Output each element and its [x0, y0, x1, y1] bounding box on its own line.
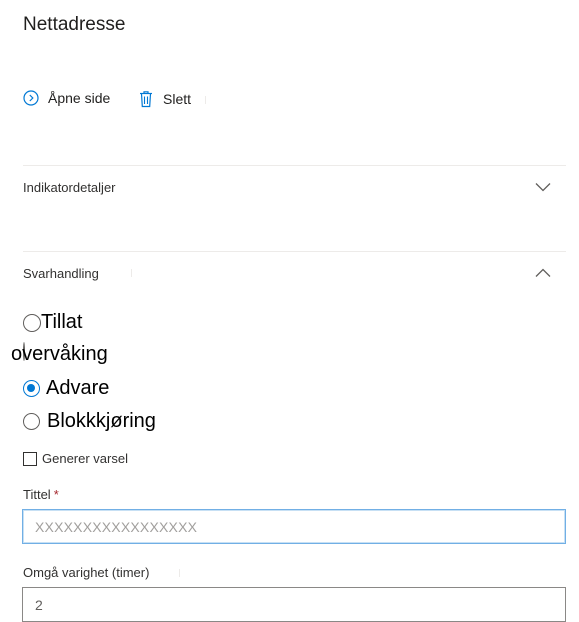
generate-alert-checkbox[interactable]: Generer varsel: [23, 451, 128, 466]
radio-block-label: Blokkkjøring: [47, 410, 156, 432]
radio-button[interactable]: [23, 413, 40, 430]
open-page-button[interactable]: Åpne side: [23, 90, 110, 106]
radio-button-selected[interactable]: [23, 380, 40, 397]
chevron-down-icon: [535, 182, 551, 192]
open-page-label: Åpne side: [48, 90, 111, 106]
duration-input-value: 2: [35, 596, 43, 613]
response-action-label: Svarhandling: [23, 265, 99, 281]
delete-label: Slett: [163, 91, 192, 107]
radio-warn[interactable]: Advare: [23, 377, 109, 400]
radio-monitor-label[interactable]: overvåking: [11, 343, 108, 366]
toolbar-separator: [205, 96, 206, 104]
duration-input[interactable]: 2: [22, 587, 566, 622]
title-field-label: Tittel *: [23, 487, 59, 502]
panel-title: Nettadresse: [23, 14, 126, 35]
title-label-text: Tittel: [23, 487, 51, 502]
generate-alert-label: Generer varsel: [42, 451, 128, 466]
radio-allow-label: Tillat: [41, 311, 83, 333]
title-input-placeholder: XXXXXXXXXXXXXXXXX: [35, 518, 198, 535]
section-divider: [23, 165, 566, 166]
radio-button[interactable]: [23, 313, 41, 332]
indicator-details-header[interactable]: Indikatordetaljer: [23, 175, 566, 199]
chevron-circle-right-icon: [23, 90, 39, 106]
indicator-details-label: Indikatordetaljer: [23, 179, 116, 195]
response-action-header[interactable]: Svarhandling: [23, 261, 566, 285]
header-separator: [131, 269, 132, 277]
title-input[interactable]: XXXXXXXXXXXXXXXXX: [22, 509, 566, 544]
label-separator: [179, 569, 180, 577]
radio-allow[interactable]: Tillat: [23, 311, 82, 334]
trash-icon: [138, 90, 154, 108]
radio-warn-label: Advare: [46, 377, 110, 399]
required-marker: *: [53, 487, 59, 502]
duration-field-label: Omgå varighet (timer): [23, 565, 150, 580]
delete-button[interactable]: Slett: [138, 90, 191, 108]
section-divider: [23, 251, 566, 252]
radio-block[interactable]: Blokkkjøring: [23, 410, 156, 433]
chevron-up-icon: [535, 268, 551, 278]
checkbox[interactable]: [23, 451, 37, 466]
